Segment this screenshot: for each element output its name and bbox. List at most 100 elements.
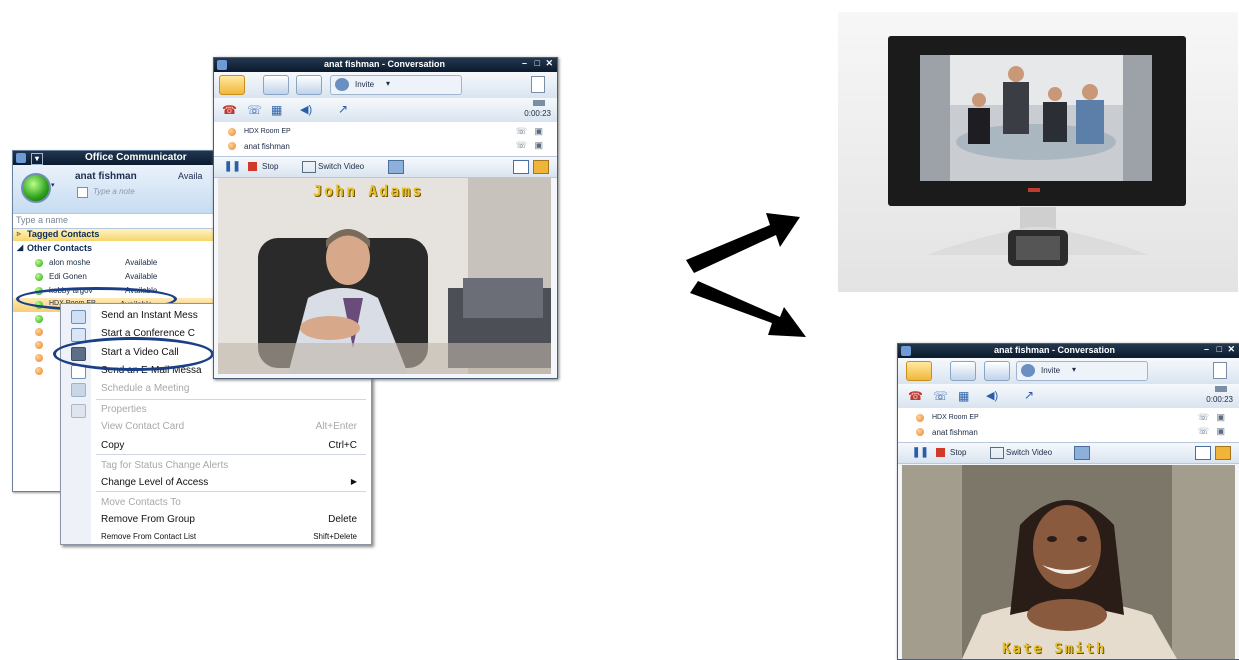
- arrow-up-right: [686, 213, 800, 273]
- video-icon: ▣: [534, 126, 543, 136]
- user-status[interactable]: Availa: [178, 171, 202, 181]
- call-icon[interactable]: ☏: [933, 389, 948, 403]
- stop-icon[interactable]: [248, 162, 257, 171]
- presence-away-icon: [35, 341, 43, 349]
- contact-row[interactable]: alon moshe Available: [13, 257, 218, 270]
- chat-bubble-button[interactable]: [296, 75, 322, 95]
- menu-item-shortcut: Alt+Enter: [315, 421, 357, 432]
- participant-row[interactable]: HDX Room EP ☏ ▣: [898, 412, 1239, 425]
- presence-icon: [916, 428, 924, 436]
- presence-away-icon: [35, 328, 43, 336]
- stop-button[interactable]: Stop: [950, 448, 966, 457]
- menu-item-remove-from-contact-list[interactable]: Remove From Contact List Shift+Delete: [61, 529, 371, 547]
- im-icon: [71, 310, 86, 324]
- note-icon: [77, 187, 88, 198]
- phone-icon: ☏: [1197, 426, 1209, 436]
- menu-item-copy[interactable]: Copy Ctrl+C: [61, 437, 371, 455]
- call-icon[interactable]: ☏: [247, 103, 262, 117]
- stop-button[interactable]: Stop: [262, 162, 278, 171]
- participant-row[interactable]: HDX Room EP ☏ ▣: [214, 126, 557, 139]
- menu-item-tag-status-alerts[interactable]: Tag for Status Change Alerts: [61, 457, 371, 475]
- contact-search-input[interactable]: Type a name: [13, 213, 218, 229]
- share-icon[interactable]: [1213, 362, 1227, 379]
- maximize-icon[interactable]: □: [1217, 344, 1222, 354]
- presence-icon: [228, 128, 236, 136]
- call-timer: 0:00:23: [1206, 395, 1233, 404]
- communicator-title-bar: ▾ Office Communicator: [13, 151, 218, 165]
- remote-video-feed: Kate Smith: [902, 465, 1235, 659]
- layout-icon[interactable]: [1195, 446, 1211, 460]
- video-conference-display-scene: [838, 12, 1238, 292]
- dialpad-icon[interactable]: ▦: [271, 103, 282, 117]
- invite-button[interactable]: Invite ▾: [1016, 361, 1148, 381]
- volume-icon[interactable]: ◀): [300, 103, 312, 116]
- presence-status-icon[interactable]: [21, 173, 51, 203]
- chat-bubble-button[interactable]: [984, 361, 1010, 381]
- user-name[interactable]: anat fishman: [75, 171, 137, 182]
- switch-video-icon: [990, 447, 1004, 459]
- conversation-window-left: anat fishman - Conversation – □ ✕ Invite…: [213, 57, 558, 379]
- menu-item-label: Tag for Status Change Alerts: [101, 460, 229, 471]
- video-mode-button[interactable]: [950, 361, 976, 381]
- call-controls-bar: ☎ ☏ ▦ ◀) ↗ 0:00:23: [214, 98, 557, 123]
- conversation-toolbar: Invite ▾: [214, 72, 557, 99]
- pause-icon[interactable]: ❚❚: [912, 447, 929, 458]
- volume-icon[interactable]: ◀): [986, 389, 998, 402]
- dialpad-icon[interactable]: ▦: [958, 389, 969, 403]
- presence-dropdown-icon[interactable]: ▾: [51, 181, 55, 189]
- hang-up-icon[interactable]: ☎: [222, 103, 237, 117]
- menu-item-schedule-meeting[interactable]: Schedule a Meeting: [61, 380, 371, 398]
- pause-icon[interactable]: ❚❚: [224, 161, 241, 172]
- invite-button[interactable]: Invite ▾: [330, 75, 462, 95]
- video-mode-button[interactable]: [263, 75, 289, 95]
- minimize-icon[interactable]: –: [1204, 344, 1209, 354]
- presence-available-icon: [35, 273, 43, 281]
- hang-up-icon[interactable]: ☎: [908, 389, 923, 403]
- menu-item-label: Move Contacts To: [101, 497, 181, 508]
- participant-row[interactable]: anat fishman ☏ ▣: [214, 140, 557, 153]
- caller-name-overlay: John Adams: [313, 182, 424, 200]
- menu-item-remove-from-group[interactable]: Remove From Group Delete: [61, 511, 371, 529]
- layout-icon[interactable]: [513, 160, 529, 174]
- presence-away-icon: [35, 367, 43, 375]
- people-icon: [1021, 364, 1035, 377]
- im-mode-button[interactable]: [219, 75, 245, 95]
- switch-video-button[interactable]: Switch Video: [1006, 448, 1052, 457]
- im-mode-button[interactable]: [906, 361, 932, 381]
- participant-list: HDX Room EP ☏ ▣ anat fishman ☏ ▣: [898, 408, 1239, 443]
- close-icon[interactable]: ✕: [545, 58, 553, 69]
- conversation-title: anat fishman - Conversation: [994, 345, 1116, 355]
- menu-item-properties[interactable]: Properties: [61, 401, 371, 419]
- transfer-icon[interactable]: ↗: [338, 102, 348, 116]
- switch-video-button[interactable]: Switch Video: [318, 162, 364, 171]
- app-icon: [217, 60, 227, 70]
- fullscreen-icon[interactable]: [388, 160, 404, 174]
- signal-strength-icon: [533, 100, 545, 106]
- signal-strength-icon: [1215, 386, 1227, 392]
- presence-icon: [228, 142, 236, 150]
- personal-note-field[interactable]: Type a note: [93, 187, 135, 196]
- menu-icon[interactable]: ▾: [31, 153, 43, 165]
- contact-row[interactable]: Edi Gonen Available: [13, 271, 218, 284]
- menu-item-label: Schedule a Meeting: [101, 383, 190, 394]
- group-other-contacts[interactable]: ◢ Other Contacts: [13, 243, 218, 255]
- layout-active-icon[interactable]: [1215, 446, 1231, 460]
- participant-row[interactable]: anat fishman ☏ ▣: [898, 426, 1239, 439]
- group-tagged-contacts[interactable]: ▹ Tagged Contacts: [13, 229, 218, 241]
- share-icon[interactable]: [531, 76, 545, 93]
- minimize-icon[interactable]: –: [522, 58, 527, 68]
- presence-available-icon: [35, 315, 43, 323]
- maximize-icon[interactable]: □: [535, 58, 540, 68]
- contact-status: Available: [125, 258, 158, 267]
- stop-icon[interactable]: [936, 448, 945, 457]
- close-icon[interactable]: ✕: [1227, 344, 1235, 355]
- layout-active-icon[interactable]: [533, 160, 549, 174]
- remote-video-feed: John Adams: [218, 178, 551, 374]
- video-controls-bar: ❚❚ Stop Switch Video: [898, 443, 1239, 464]
- fullscreen-icon[interactable]: [1074, 446, 1090, 460]
- menu-item-view-contact-card[interactable]: View Contact Card Alt+Enter: [61, 418, 371, 436]
- transfer-icon[interactable]: ↗: [1024, 388, 1034, 402]
- menu-item-change-access-level[interactable]: Change Level of Access ▶: [61, 474, 371, 492]
- invite-label: Invite: [355, 80, 375, 89]
- menu-item-move-contacts[interactable]: Move Contacts To: [61, 494, 371, 512]
